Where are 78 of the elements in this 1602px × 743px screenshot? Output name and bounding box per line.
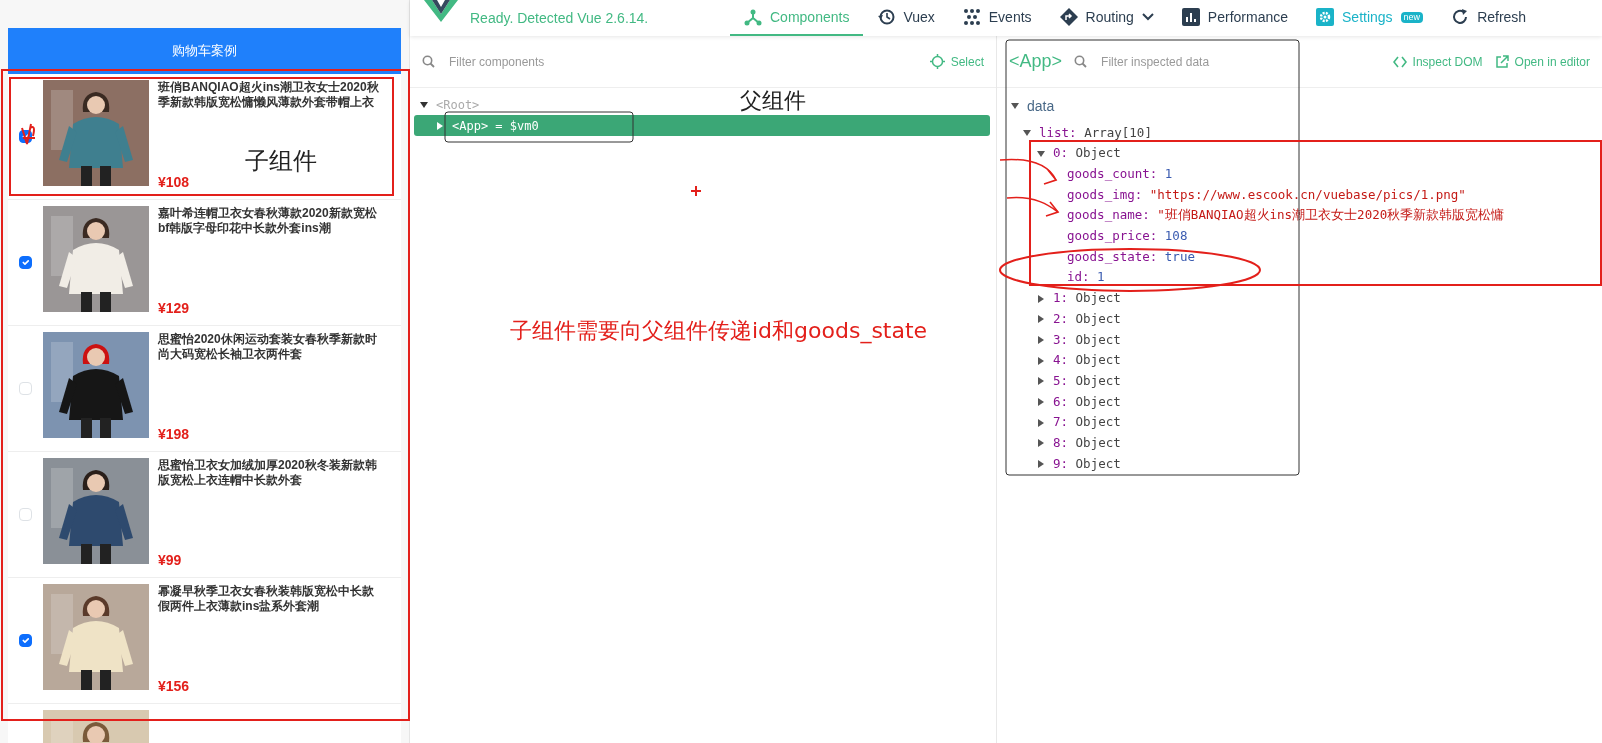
filter-field[interactable]: Filter components (447, 51, 918, 72)
tab[interactable]: Routing (1045, 0, 1168, 36)
property-text: 5: Object (1053, 371, 1121, 390)
property-text: 9: Object (1053, 454, 1121, 473)
toggle-icon[interactable] (1037, 294, 1045, 303)
product-name: 班俏BANQIAO超火ins潮卫衣女士2020秋季新款韩版宽松慵懒风薄款外套带帽上衣 (158, 80, 380, 110)
tab[interactable]: Vuex (863, 0, 949, 36)
property-text: 1: Object (1053, 289, 1121, 308)
property-text: id: 1 (1067, 268, 1105, 287)
toggle-icon[interactable] (1037, 149, 1045, 158)
product-price: ¥108 (158, 173, 191, 192)
property-text: goods_count: 1 (1067, 165, 1173, 184)
property-text: goods_state: true (1067, 247, 1195, 266)
history-icon (877, 8, 896, 26)
product-price: ¥198 (158, 425, 191, 444)
tab[interactable]: Events (948, 0, 1046, 36)
checkbox[interactable] (19, 256, 32, 269)
search-icon (422, 55, 435, 68)
toggle-icon[interactable] (1037, 315, 1045, 324)
action-link[interactable]: Inspect DOM (1392, 52, 1483, 71)
component-row[interactable]: <Root> (414, 94, 480, 115)
property-text: list: Array[10] (1039, 123, 1152, 142)
property-text: 8: Object (1053, 433, 1121, 452)
annotation-text: 子组件需要向父组件传递id和goods_state (510, 317, 928, 346)
select-button[interactable]: Select (929, 52, 984, 71)
component-name: <App> (1009, 50, 1063, 73)
property-text: goods_img: "https://www.escook.cn/vuebase/pics/1.png" (1067, 185, 1466, 204)
branch-icon (744, 8, 762, 26)
product-name: 幂凝早秋季卫衣女春秋装韩版宽松中长款假两件上衣薄款ins盐系外套潮 (158, 584, 375, 614)
search-icon (1074, 55, 1088, 68)
toggle-icon[interactable] (1037, 439, 1045, 448)
property-text: 2: Object (1053, 309, 1121, 328)
settings-icon (1316, 8, 1334, 26)
toggle-icon[interactable] (1023, 129, 1031, 138)
external-link-icon (1494, 54, 1509, 69)
bar-chart-icon (1181, 8, 1200, 26)
property-text: 7: Object (1053, 413, 1121, 432)
dots-icon (962, 8, 981, 26)
selected-component-row[interactable]: <App> = $vm0 (414, 115, 990, 136)
property-text: 6: Object (1053, 392, 1121, 411)
product-price: ¥129 (158, 299, 191, 318)
toggle-icon[interactable] (1037, 377, 1045, 386)
annotation-text: 父组件 (740, 87, 806, 115)
toggle-icon[interactable] (1037, 418, 1045, 427)
tab[interactable]: Settings new (1302, 0, 1438, 36)
cart-header: 购物车案例 (8, 28, 401, 74)
vue-logo (424, 0, 458, 22)
action-link[interactable]: Open in editor (1494, 52, 1590, 71)
status-text: Ready. Detected Vue 2.6.14. (470, 8, 650, 28)
refresh-icon (1451, 8, 1470, 26)
tab[interactable]: Components (730, 0, 864, 36)
product-price: ¥156 (158, 677, 191, 696)
toggle-icon[interactable] (1037, 356, 1045, 365)
annotation-text: 子组件 (245, 146, 317, 177)
toggle-icon[interactable] (1037, 397, 1045, 406)
target-icon (929, 54, 945, 69)
property-text: goods_name: "班俏BANQIAO超火ins潮卫衣女士2020秋季新款韩版宽松慵 (1067, 206, 1505, 225)
product-name: 嘉叶希连帽卫衣女春秋薄款2020新款宽松bf韩版字母印花中长款外套ins潮 (158, 206, 378, 236)
tab[interactable]: Performance (1167, 0, 1302, 36)
product-name: 思蜜怡卫衣女加绒加厚2020秋冬装新款韩版宽松上衣连帽中长款外套 (158, 458, 378, 488)
property-text: goods_price: 108 (1067, 227, 1188, 246)
toggle-icon[interactable] (420, 100, 428, 109)
checkbox[interactable] (19, 634, 32, 647)
product-price: ¥99 (158, 551, 183, 570)
diamond-icon (1059, 8, 1078, 26)
code-icon (1392, 54, 1407, 69)
new-badge: new (1400, 11, 1424, 23)
toggle-icon[interactable] (1037, 460, 1045, 469)
property-text: 4: Object (1053, 351, 1121, 370)
product-name: 思蜜怡2020休闲运动套装女春秋季新款时尚大码宽松长袖卫衣两件套 (158, 332, 378, 362)
property-text: 0: Object (1053, 144, 1121, 163)
tab[interactable]: Refresh (1437, 0, 1541, 36)
toggle-icon[interactable] (1037, 335, 1045, 344)
toggle-icon[interactable] (1011, 102, 1019, 111)
property-text: 3: Object (1053, 330, 1121, 349)
toggle-icon[interactable] (436, 121, 444, 130)
section-title: data (1027, 96, 1055, 116)
filter-field[interactable]: Filter inspected data (1099, 51, 1381, 72)
